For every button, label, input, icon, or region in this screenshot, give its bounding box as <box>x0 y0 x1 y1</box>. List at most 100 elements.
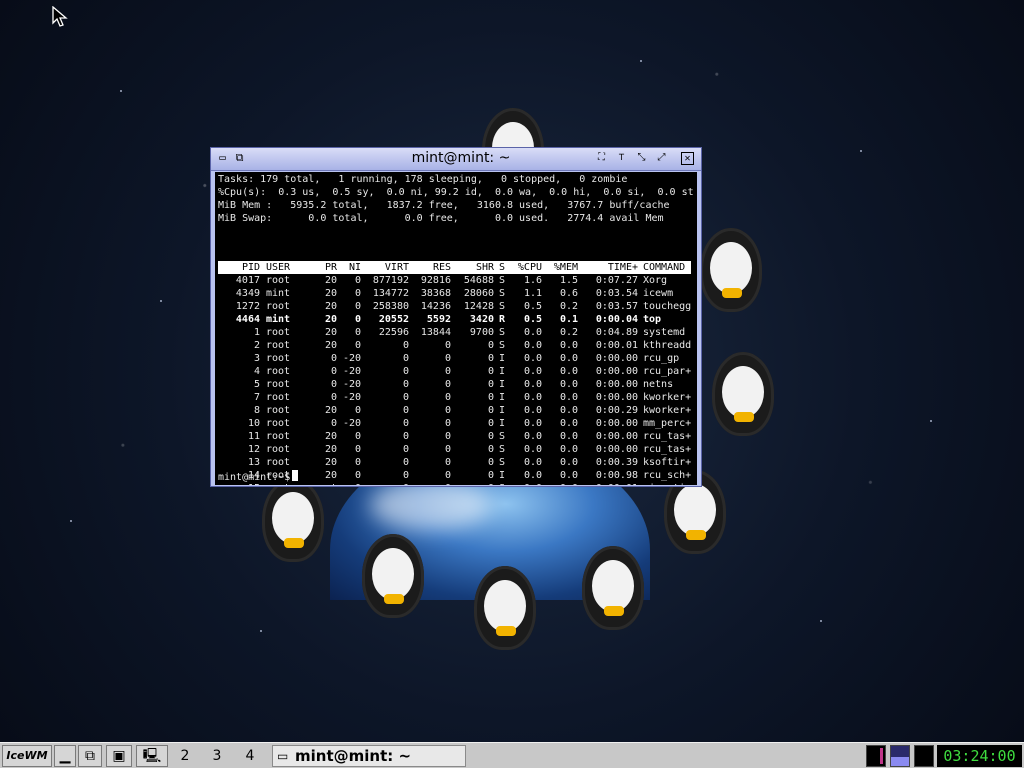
terminal-window[interactable]: ▭ ⧉ mint@mint: ~ ⛶ ⊤ ⤡ ⤢ ✕ Tasks: 179 to… <box>210 147 702 487</box>
process-cell: migrati+ <box>643 482 691 485</box>
process-cell: 0.2 <box>559 327 578 338</box>
minimize-button[interactable]: ⤡ <box>635 152 648 165</box>
process-cell: 4017 <box>235 275 260 286</box>
process-cell: 0.0 <box>523 340 542 351</box>
process-cell: S <box>499 327 506 338</box>
window-list-icon[interactable]: ⧉ <box>78 745 102 767</box>
process-cell: 0 <box>354 314 361 325</box>
process-cell: 0 <box>444 444 451 455</box>
process-cell: 0 <box>402 444 409 455</box>
process-row: 1 root 20 0 22596 13844 9700 S 0.0 0.2 0:04.89 syst… <box>218 326 691 339</box>
close-button[interactable]: ✕ <box>681 152 694 165</box>
process-cell: 20 <box>324 405 337 416</box>
process-cell: 0.0 <box>523 418 542 429</box>
process-cell: 0 <box>354 457 361 468</box>
process-cell: 1272 <box>235 301 260 312</box>
process-cell: mm_perc+ <box>643 418 692 429</box>
show-desktop-icon[interactable]: ▣ <box>106 745 132 767</box>
process-cell: 0.0 <box>559 379 578 390</box>
task-label: mint@mint: ~ <box>295 747 412 765</box>
fullscreen-button[interactable]: ⛶ <box>595 152 608 165</box>
process-cell: 1.5 <box>559 275 578 286</box>
clock[interactable]: 03:24:00 <box>937 745 1022 767</box>
column-header: VIRT <box>384 262 409 273</box>
process-cell: 0 <box>330 366 337 377</box>
process-cell: root <box>266 405 291 416</box>
process-cell: -20 <box>342 418 361 429</box>
process-cell: 0 <box>354 327 361 338</box>
workspace-button[interactable]: 2 <box>170 745 200 767</box>
terminal-icon[interactable]: ▭ <box>216 152 229 164</box>
cpu-monitor-icon[interactable] <box>866 745 886 767</box>
workspace-button[interactable]: 3 <box>202 745 232 767</box>
process-row: 11 root 20 0 0 0 0 S 0.0 0.0 0:00.00 rcu_tas+ <box>218 430 691 443</box>
process-cell: 4349 <box>235 288 260 299</box>
process-cell: 0 <box>444 379 451 390</box>
shell-prompt[interactable]: mint@mint:~$ <box>218 470 299 484</box>
process-cell: S <box>499 482 505 485</box>
process-cell: 14236 <box>420 301 451 312</box>
process-cell: 0.1 <box>559 314 578 325</box>
process-cell: root <box>266 418 291 429</box>
process-cell: 0.0 <box>523 444 542 455</box>
process-cell: 20 <box>324 301 337 312</box>
process-cell: 0.0 <box>523 327 542 338</box>
process-cell: 1 <box>253 327 260 338</box>
column-header: %CPU <box>517 262 542 273</box>
minimize-all-icon[interactable]: ▁ <box>54 745 76 767</box>
process-cell: 5592 <box>426 314 451 325</box>
process-cell: 0.0 <box>559 444 578 455</box>
process-cell: 0 <box>402 340 409 351</box>
process-row: 8 root 20 0 0 0 0 I 0.0 0.0 0:00.29 kworker+ <box>218 404 691 417</box>
process-cell: mint <box>266 314 291 325</box>
process-cell: R <box>499 314 506 325</box>
process-cell: 12428 <box>463 301 494 312</box>
window-titlebar[interactable]: ▭ ⧉ mint@mint: ~ ⛶ ⊤ ⤡ ⤢ ✕ <box>211 148 701 171</box>
penguin-decoration <box>262 478 324 562</box>
process-cell: -20 <box>342 392 361 403</box>
taskbar-task-terminal[interactable]: ▭ mint@mint: ~ <box>272 745 466 767</box>
process-row: 4464 mint 20 0 20552 5592 3420 R 0.5 0.1 0:00.04 to… <box>218 313 691 326</box>
process-cell: root <box>266 366 291 377</box>
process-cell: 0 <box>402 379 409 390</box>
process-cell: 0 <box>487 379 494 390</box>
process-cell: 0.0 <box>523 470 542 481</box>
process-table-header: PID USER PR NI VIRT RES SHR S %CPU %MEM TIME+ COMMA… <box>218 261 691 274</box>
process-row: 4017 root 20 0 877192 92816 54688 S 1.6 1.5 0:07.2… <box>218 274 691 287</box>
process-cell: 20 <box>324 288 337 299</box>
workspace-button[interactable]: 4 <box>234 745 266 767</box>
process-cell: 0 <box>402 457 409 468</box>
terminal-content[interactable]: Tasks: 179 total, 1 running, 178 sleepin… <box>215 172 697 485</box>
process-cell: 20 <box>324 327 337 338</box>
process-row: 12 root 20 0 0 0 0 S 0.0 0.0 0:00.00 rcu_tas+ <box>218 443 691 456</box>
process-cell: kworker+ <box>643 405 692 416</box>
column-header: RES <box>432 262 451 273</box>
network-monitor-icon[interactable] <box>890 745 910 767</box>
process-cell: 0 <box>402 431 409 442</box>
process-cell: 28060 <box>463 288 494 299</box>
rollup-button[interactable]: ⊤ <box>615 152 628 165</box>
process-cell: 38368 <box>420 288 451 299</box>
top-cpu-line: %Cpu(s): 0.3 us, 0.5 sy, 0.0 ni, 99.2 id… <box>218 187 694 198</box>
process-cell: 0 <box>402 418 409 429</box>
process-cell: 12 <box>247 444 260 455</box>
maximize-button[interactable]: ⤢ <box>655 152 668 165</box>
start-menu-button[interactable]: IceWM <box>2 745 52 767</box>
mouse-pointer-icon <box>52 6 68 27</box>
workspace-1-button[interactable]: 🖳 <box>136 745 168 767</box>
prompt-text: mint@mint:~$ <box>218 472 291 483</box>
process-cell: 0.0 <box>523 353 542 364</box>
process-cell: 0 <box>354 405 361 416</box>
memory-monitor-icon[interactable] <box>914 745 934 767</box>
restore-small-icon[interactable]: ⧉ <box>233 152 246 164</box>
process-cell: root <box>266 444 291 455</box>
process-cell: 0 <box>487 444 494 455</box>
process-cell: 0 <box>445 482 451 485</box>
process-cell: 0:00.00 <box>595 444 638 455</box>
process-cell: 0 <box>403 482 409 485</box>
process-cell: 20 <box>324 444 337 455</box>
process-cell: S <box>499 340 506 351</box>
process-row: 2 root 20 0 0 0 0 S 0.0 0.0 0:00.01 kthreadd <box>218 339 691 352</box>
process-cell: I <box>499 470 506 481</box>
process-cell: 0 <box>354 340 361 351</box>
